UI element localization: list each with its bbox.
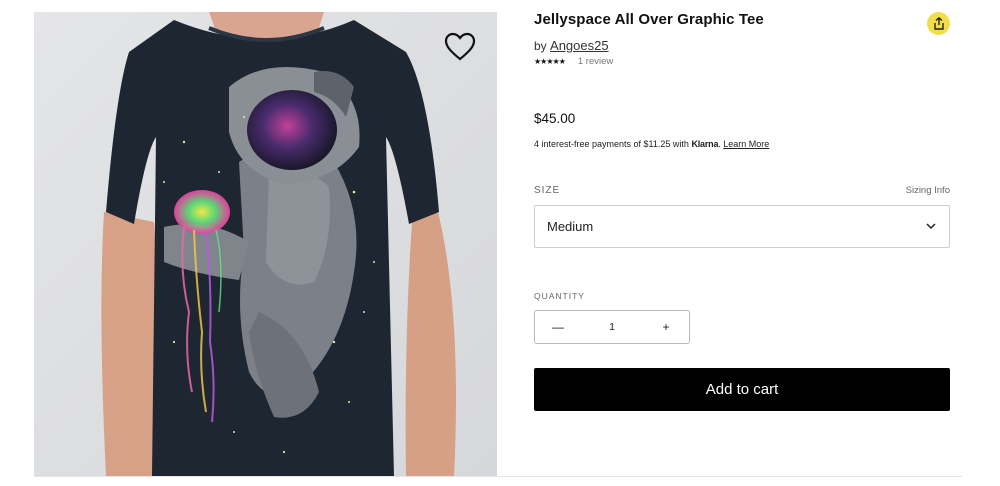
product-photo bbox=[34, 12, 497, 476]
share-icon bbox=[933, 17, 944, 30]
quantity-label: QUANTITY bbox=[534, 291, 585, 301]
share-button[interactable] bbox=[927, 12, 950, 35]
byline-prefix: by bbox=[534, 39, 547, 53]
heart-icon bbox=[444, 32, 476, 61]
learn-more-link[interactable]: Learn More bbox=[723, 139, 769, 149]
quantity-value[interactable]: 1 bbox=[581, 321, 643, 333]
size-select[interactable]: Medium bbox=[534, 205, 950, 248]
artist-byline: by Angoes25 bbox=[534, 38, 609, 53]
rating[interactable]: ★★★★★ 1 review bbox=[534, 56, 613, 67]
quantity-stepper[interactable]: — 1 + bbox=[534, 310, 690, 344]
decrease-quantity-button[interactable]: — bbox=[535, 311, 581, 343]
review-count[interactable]: 1 review bbox=[578, 56, 613, 67]
sizing-info-link[interactable]: Sizing Info bbox=[906, 185, 950, 196]
product-image[interactable] bbox=[34, 12, 497, 476]
star-rating: ★★★★★ bbox=[534, 57, 566, 66]
chevron-down-icon bbox=[925, 221, 937, 233]
favorite-button[interactable] bbox=[444, 32, 476, 62]
artist-link[interactable]: Angoes25 bbox=[550, 38, 609, 53]
increase-quantity-button[interactable]: + bbox=[643, 311, 689, 343]
price: $45.00 bbox=[534, 111, 576, 126]
klarna-text: 4 interest-free payments of $11.25 with bbox=[534, 139, 689, 149]
product-info: Jellyspace All Over Graphic Tee by Angoe… bbox=[534, 0, 950, 486]
add-to-cart-button[interactable]: Add to cart bbox=[534, 368, 950, 411]
klarna-brand: Klarna bbox=[691, 139, 719, 149]
size-label: SIZE bbox=[534, 185, 561, 196]
divider bbox=[34, 476, 962, 477]
size-selected-value: Medium bbox=[547, 219, 594, 234]
klarna-dot: . bbox=[718, 139, 721, 149]
klarna-message: 4 interest-free payments of $11.25 with … bbox=[534, 139, 769, 149]
product-title: Jellyspace All Over Graphic Tee bbox=[534, 11, 764, 28]
